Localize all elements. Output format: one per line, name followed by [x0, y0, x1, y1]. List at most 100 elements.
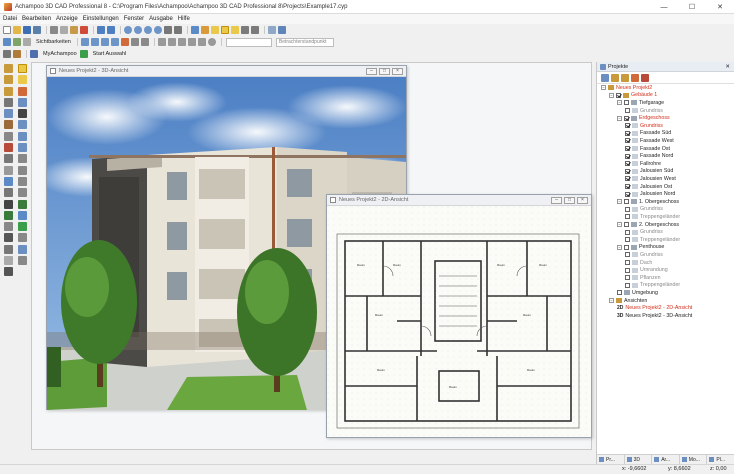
menu-edit[interactable]: Bearbeiten [22, 16, 51, 22]
minimize-button[interactable]: — [650, 0, 678, 14]
shaded-view-icon[interactable] [100, 38, 109, 46]
tree-item[interactable]: − 1. Obergeschoss [617, 198, 679, 206]
floor-plan-canvas[interactable]: Raum Raum Raum Raum Raum Raum Raum Raum … [327, 206, 591, 437]
tab-architecture[interactable]: Ar... [652, 455, 680, 464]
tree-item[interactable]: Dach [625, 259, 652, 267]
tree-item[interactable]: Fassade Nord [625, 152, 673, 160]
visibility-checkbox[interactable] [625, 184, 630, 190]
fill-icon[interactable] [17, 176, 27, 186]
visibility-checkbox[interactable] [625, 191, 630, 197]
hatch-icon[interactable] [17, 165, 27, 175]
visibility-checkbox[interactable] [625, 229, 630, 235]
terrain-icon[interactable] [3, 210, 13, 220]
wall-icon[interactable] [3, 75, 13, 85]
myachampoo-icon[interactable] [30, 50, 38, 58]
undo-icon[interactable] [97, 26, 105, 34]
room-icon[interactable] [3, 176, 13, 186]
target-icon[interactable] [207, 38, 216, 46]
pointer-icon[interactable] [17, 64, 27, 73]
tree-item[interactable]: − Penthouse [617, 244, 664, 252]
camera-icon[interactable] [241, 26, 249, 34]
tree-item[interactable]: Jalousien Süd [625, 168, 673, 176]
copy-icon[interactable] [60, 26, 68, 34]
visibility-checkbox[interactable] [625, 206, 630, 212]
menu-output[interactable]: Ausgabe [149, 16, 173, 22]
visibility-checkbox[interactable] [625, 108, 630, 114]
edit-icon[interactable] [17, 75, 27, 85]
rotate-right-icon[interactable] [167, 38, 176, 46]
visibility-checkbox[interactable] [625, 282, 630, 288]
tree-item[interactable]: − 2. Obergeschoss [617, 221, 679, 229]
shield-icon[interactable] [3, 267, 13, 277]
car-icon[interactable] [17, 233, 27, 243]
visibility-checkbox[interactable] [625, 275, 630, 281]
tab-models[interactable]: Mo... [680, 455, 708, 464]
tree-item[interactable]: 3D Neues Projekt2 - 3D-Ansicht [617, 312, 692, 320]
chimney-icon[interactable] [3, 165, 13, 175]
view-3d-close-button[interactable]: × [392, 68, 403, 75]
menu-window[interactable]: Fenster [124, 16, 144, 22]
tree-item[interactable]: − Erdgeschoss [617, 114, 670, 122]
door-icon[interactable] [3, 120, 13, 130]
zoom-in-icon[interactable] [124, 26, 132, 34]
section-icon[interactable] [130, 38, 139, 46]
grid-icon[interactable] [3, 38, 11, 46]
visibility-checkbox[interactable] [625, 176, 630, 182]
start-icon[interactable] [79, 50, 88, 58]
visibility-checkbox[interactable] [625, 214, 630, 220]
tree-item[interactable]: Jalousien Nord [625, 190, 675, 198]
visibility-checkbox[interactable] [624, 244, 629, 250]
dormer-icon[interactable] [3, 154, 13, 164]
panel-close-button[interactable]: ✕ [725, 64, 730, 70]
visibility-checkbox[interactable] [624, 199, 629, 205]
menu-help[interactable]: Hilfe [178, 16, 190, 22]
fly-icon[interactable] [197, 38, 206, 46]
close-button[interactable]: ✕ [706, 0, 734, 14]
expand-toggle-icon[interactable]: − [609, 298, 614, 304]
draw-line-icon[interactable] [17, 97, 27, 107]
tree-item[interactable]: Treppengeländer [625, 236, 680, 244]
expand-toggle-icon[interactable]: − [617, 199, 622, 205]
delete-icon[interactable] [80, 26, 88, 34]
menu-file[interactable]: Datei [3, 16, 17, 22]
elevation-icon[interactable] [120, 38, 129, 46]
lamp-icon[interactable] [17, 256, 27, 266]
text-icon[interactable] [3, 199, 13, 209]
visibility-checkbox[interactable] [625, 260, 630, 266]
view-2d-titlebar[interactable]: Neues Projekt2 - 2D-Ansicht – □ × [327, 195, 591, 206]
myachampoo-link[interactable]: MyAchampoo [43, 51, 77, 57]
visibility-checkbox[interactable] [625, 267, 630, 273]
visibility-checkbox[interactable] [625, 146, 630, 152]
tree-item[interactable]: Grundriss [625, 228, 663, 236]
visibility-checkbox[interactable] [617, 290, 622, 296]
tree-item[interactable]: Fassade Ost [625, 145, 670, 153]
visibility-checkbox[interactable] [625, 161, 630, 167]
add-layer-icon[interactable] [641, 73, 649, 82]
tree-item[interactable]: Treppengeländer [625, 213, 680, 221]
wall-icon[interactable] [3, 64, 13, 73]
hidden-view-icon[interactable] [90, 38, 99, 46]
visibility-checkbox[interactable] [624, 222, 629, 228]
tree-item[interactable]: − Tiefgarage [617, 99, 664, 107]
tree-item[interactable]: Grundriss [625, 107, 663, 115]
tree-item[interactable]: Grundriss [625, 122, 663, 130]
tree-item[interactable]: 2D Neues Projekt2 - 2D-Ansicht [617, 304, 692, 312]
view-2d-minimize-button[interactable]: – [551, 197, 562, 204]
railing-icon[interactable] [3, 222, 13, 232]
view-2d-close-button[interactable]: × [577, 197, 588, 204]
opening-icon[interactable] [3, 244, 13, 254]
new-file-icon[interactable] [3, 26, 11, 34]
check-icon[interactable] [601, 73, 609, 82]
select-tool-icon[interactable] [3, 50, 11, 58]
beam-icon[interactable] [3, 233, 13, 243]
visibility-checkbox[interactable] [624, 115, 629, 121]
zoom-out-icon[interactable] [134, 26, 142, 34]
tree-item[interactable]: − Ansichten [609, 297, 647, 305]
tree-item[interactable]: Fassade Süd [625, 130, 671, 138]
visibility-checkbox[interactable] [624, 100, 629, 106]
furniture-icon[interactable] [17, 210, 27, 220]
expand-toggle-icon[interactable]: − [601, 85, 606, 91]
polygon-icon[interactable] [17, 143, 27, 153]
visibility-dropdown[interactable]: Sichtbarkeiten [36, 39, 71, 45]
tab-plans[interactable]: Pl... [707, 455, 734, 464]
